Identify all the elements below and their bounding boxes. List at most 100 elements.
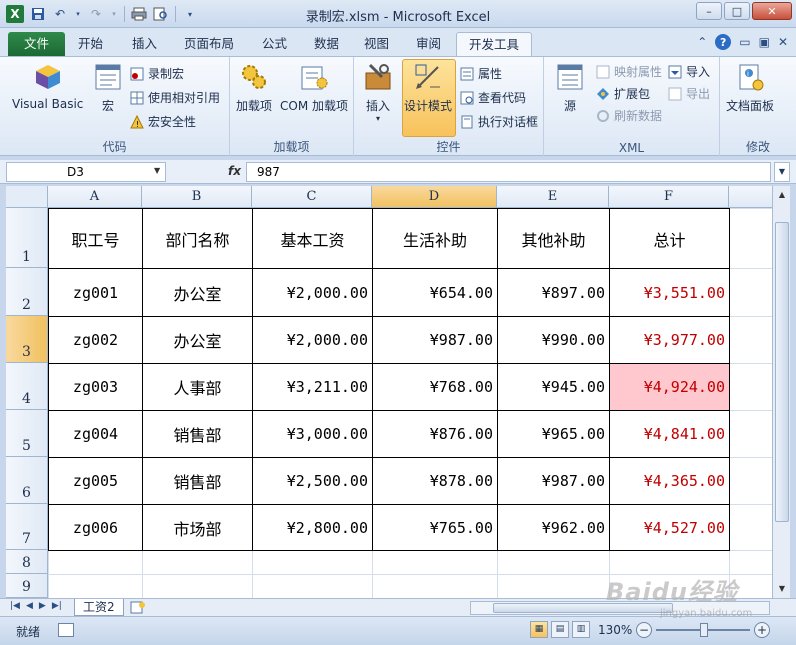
column-header-c[interactable]: C [252,186,372,208]
doc-minimize-icon[interactable]: ▭ [739,35,750,49]
tab-insert[interactable]: 插入 [120,32,169,56]
scroll-up-icon[interactable]: ▲ [775,188,789,202]
close-button[interactable]: ✕ [752,2,792,20]
map-properties-button[interactable]: 映射属性 [596,63,662,80]
row-header-4[interactable]: 4 [6,363,48,410]
expand-formula-bar-icon[interactable]: ▼ [774,162,790,182]
data-cell[interactable]: 办公室 [143,317,252,363]
vertical-scroll-thumb[interactable] [775,222,789,522]
data-cell[interactable]: ¥2,000.00 [253,269,372,316]
row-header-2[interactable]: 2 [6,268,48,316]
document-panel-button[interactable]: i 文档面板 [726,61,774,114]
maximize-button[interactable]: □ [724,2,750,20]
insert-control-button[interactable]: 插入 ▾ [362,61,394,123]
data-cell[interactable]: 销售部 [143,458,252,504]
data-cell[interactable]: zg003 [49,364,142,410]
data-cell[interactable]: ¥990.00 [498,317,609,363]
collapse-ribbon-icon[interactable]: ⌃ [697,35,707,49]
tab-formulas[interactable]: 公式 [250,32,299,56]
data-cell[interactable]: ¥3,977.00 [610,317,729,363]
macro-recording-icon[interactable] [58,623,74,637]
insert-function-icon[interactable]: fx [228,164,241,178]
name-box[interactable]: D3 [6,162,166,182]
page-break-view-button[interactable]: ▥ [572,621,590,638]
row-header-1[interactable]: 1 [6,208,48,268]
select-all-corner[interactable] [6,186,48,208]
xml-source-button[interactable]: 源 [554,61,586,114]
export-button[interactable]: 导出 [668,85,710,102]
com-addins-button[interactable]: COM 加载项 [280,61,348,114]
data-cell[interactable]: ¥3,211.00 [253,364,372,410]
import-button[interactable]: 导入 [668,63,710,80]
tab-view[interactable]: 视图 [352,32,401,56]
header-cell[interactable]: 其他补助 [498,209,609,268]
data-cell[interactable]: ¥768.00 [373,364,497,410]
data-cell[interactable]: ¥987.00 [498,458,609,504]
horizontal-scrollbar[interactable] [470,601,770,615]
minimize-button[interactable]: – [696,2,722,20]
insert-sheet-icon[interactable] [130,601,146,614]
row-header-3[interactable]: 3 [6,316,48,363]
record-macro-button[interactable]: 录制宏 [130,65,184,82]
design-mode-button[interactable]: 设计模式 [404,61,452,114]
refresh-data-button[interactable]: 刷新数据 [596,107,662,124]
data-cell[interactable]: ¥2,500.00 [253,458,372,504]
data-cell[interactable]: ¥2,800.00 [253,505,372,550]
normal-view-button[interactable]: ▦ [530,621,548,638]
view-code-button[interactable]: 查看代码 [460,89,526,106]
help-icon[interactable]: ? [715,34,732,50]
data-cell[interactable]: zg004 [49,411,142,457]
addins-button[interactable]: 加载项 [236,61,272,114]
data-cell[interactable]: ¥962.00 [498,505,609,550]
doc-restore-icon[interactable]: ▣ [759,35,770,49]
formula-input[interactable]: 987 [246,162,771,182]
header-cell[interactable]: 部门名称 [143,209,252,268]
doc-close-icon[interactable]: ✕ [778,35,788,49]
tab-data[interactable]: 数据 [302,32,351,56]
last-sheet-icon[interactable]: ▶| [52,601,62,611]
run-dialog-button[interactable]: 执行对话框 [460,113,538,130]
relative-reference-button[interactable]: 使用相对引用 [130,89,220,106]
data-cell[interactable]: ¥765.00 [373,505,497,550]
row-header-7[interactable]: 7 [6,504,48,550]
tab-developer[interactable]: 开发工具 [456,32,533,56]
data-cell[interactable]: 办公室 [143,269,252,316]
data-cell[interactable]: ¥3,551.00 [610,269,729,316]
scroll-down-icon[interactable]: ▼ [775,582,789,596]
header-cell[interactable]: 基本工资 [253,209,372,268]
name-box-dropdown-icon[interactable]: ▼ [154,166,160,175]
horizontal-scroll-thumb[interactable] [493,603,673,613]
row-header-6[interactable]: 6 [6,457,48,504]
column-header-g[interactable] [729,186,772,208]
column-header-e[interactable]: E [497,186,609,208]
header-cell[interactable]: 总计 [610,209,729,268]
data-cell[interactable]: zg001 [49,269,142,316]
vertical-scrollbar[interactable]: ▲ ▼ [772,186,790,598]
data-cell[interactable]: ¥654.00 [373,269,497,316]
data-cell[interactable]: 市场部 [143,505,252,550]
data-cell[interactable]: ¥4,924.00 [610,364,729,410]
data-cell[interactable]: ¥987.00 [373,317,497,363]
data-cell[interactable]: ¥4,365.00 [610,458,729,504]
data-cell[interactable]: ¥4,841.00 [610,411,729,457]
tab-page-layout[interactable]: 页面布局 [172,32,246,56]
spreadsheet-grid[interactable]: A B C D E F 1 2 3 4 5 6 7 8 9 职工号 部门名称 基本工资 生活补助 其他补助 总计 zg00… [6,186,772,598]
macro-button[interactable]: 宏 [92,61,124,114]
row-header-5[interactable]: 5 [6,410,48,457]
tab-home[interactable]: 开始 [66,32,115,56]
data-cell[interactable]: 销售部 [143,411,252,457]
next-sheet-icon[interactable]: ▶ [39,601,46,611]
column-header-d[interactable]: D [372,186,497,208]
header-cell[interactable]: 生活补助 [373,209,497,268]
zoom-level[interactable]: 130% [598,623,632,637]
data-cell[interactable]: zg005 [49,458,142,504]
column-header-f[interactable]: F [609,186,729,208]
expansion-packs-button[interactable]: 扩展包 [596,85,650,102]
data-cell[interactable]: ¥965.00 [498,411,609,457]
zoom-slider-thumb[interactable] [700,623,708,637]
row-header-8[interactable]: 8 [6,550,48,574]
data-cell[interactable]: ¥878.00 [373,458,497,504]
data-cell[interactable]: zg002 [49,317,142,363]
properties-button[interactable]: 属性 [460,65,502,82]
sheet-tab[interactable]: 工资2 [74,599,124,616]
